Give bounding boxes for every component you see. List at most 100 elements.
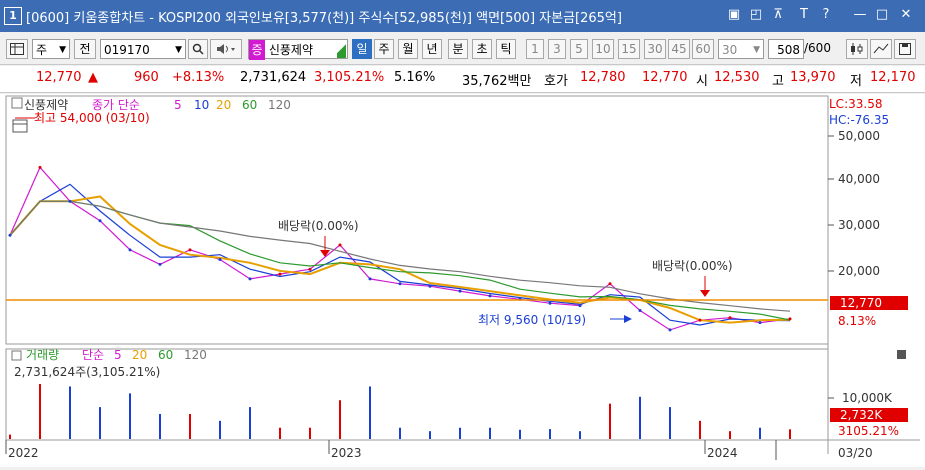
chevron-down-icon: ▼: [753, 45, 760, 55]
tab-minute[interactable]: 분: [448, 39, 468, 59]
tab-month[interactable]: 월: [398, 39, 418, 59]
y-tick-50000: 50,000: [838, 129, 880, 143]
panel-toggle-icon[interactable]: [11, 97, 23, 109]
minute-30-button[interactable]: 30: [644, 39, 666, 59]
x-last-date: 03/20: [838, 446, 873, 460]
window-link-icon[interactable]: ▣: [726, 7, 742, 23]
price-point: [398, 282, 402, 286]
price-ma-title: 종가 단순: [92, 98, 140, 112]
low-price: 12,170: [870, 70, 916, 85]
line-tool-button[interactable]: [870, 39, 892, 59]
chart-layout-icon[interactable]: [6, 39, 28, 59]
low-annotation: 최저 9,560 (10/19): [478, 313, 586, 327]
tab-year[interactable]: 년: [422, 39, 442, 59]
volume-value: 2,731,624: [240, 70, 307, 85]
minute-3-button[interactable]: 3: [548, 39, 566, 59]
help-icon[interactable]: ?: [818, 7, 834, 23]
stock-code-input[interactable]: 019170 ▼: [100, 39, 186, 59]
price-point: [608, 282, 612, 286]
price-point: [578, 304, 582, 308]
line-tool-icon: [873, 43, 889, 54]
price-point: [38, 165, 42, 169]
minimize-icon[interactable]: —: [852, 7, 868, 23]
dividend-annotation-1: 배당락(0.00%): [278, 219, 359, 233]
panel-menu-icon[interactable]: [897, 350, 906, 359]
calendar-icon[interactable]: [12, 119, 28, 133]
volume-bar: [489, 427, 491, 439]
ask-price: 12,780: [580, 70, 626, 85]
y-tick-40000: 40,000: [838, 172, 880, 186]
price-point: [758, 321, 762, 325]
y-tick-30000: 30,000: [838, 218, 880, 232]
vol-ma60-label: 60: [158, 348, 173, 362]
minute-60-button[interactable]: 60: [692, 39, 714, 59]
stock-badge: 증: [249, 40, 265, 60]
volume-bar: [189, 413, 191, 439]
stock-name-field[interactable]: 증 신풍제약: [248, 39, 348, 60]
interval-value: 30: [722, 43, 738, 57]
pin-icon[interactable]: ⊼: [770, 7, 786, 23]
stock-name-value: 신풍제약: [268, 43, 313, 57]
volume-y-tick: 10,000K: [842, 391, 893, 405]
price-point: [8, 233, 12, 237]
stock-code-value: 019170: [104, 43, 150, 57]
volume-bar: [519, 429, 521, 439]
minute-1-button[interactable]: 1: [526, 39, 544, 59]
trade-amount: 35,762백만: [462, 74, 532, 89]
volume-panel-toggle-icon[interactable]: [11, 350, 22, 361]
high-annotation: 최고 54,000 (03/10): [34, 111, 150, 125]
open-price: 12,530: [714, 70, 760, 85]
price-point: [638, 308, 642, 312]
volume-bar: [459, 427, 461, 439]
chart-area[interactable]: 신풍제약 종가 단순 5 10 20 60 120 LC:33.58 HC:-7…: [0, 94, 925, 467]
volume-bar: [339, 400, 341, 439]
volume-bar: [669, 407, 671, 439]
volume-title: 거래량: [26, 348, 59, 362]
price-point: [278, 272, 282, 276]
volume-bar: [309, 427, 311, 439]
ma20-label: 20: [216, 98, 231, 112]
price-point: [158, 262, 162, 266]
price-point: [68, 199, 72, 203]
search-button[interactable]: [188, 39, 208, 59]
volume-bar: [729, 431, 731, 439]
bid-price: 12,770: [642, 70, 688, 85]
tab-tick[interactable]: 틱: [496, 39, 516, 59]
save-button[interactable]: [894, 39, 916, 59]
volume-bar: [759, 427, 761, 439]
price-point: [668, 328, 672, 332]
minute-15-button[interactable]: 15: [618, 39, 640, 59]
tab-second[interactable]: 초: [472, 39, 492, 59]
interval-select[interactable]: 30 ▼: [718, 39, 764, 59]
price-panel[interactable]: [5, 95, 829, 345]
minute-45-button[interactable]: 45: [668, 39, 690, 59]
price-change: 960: [134, 70, 159, 85]
maximize-icon[interactable]: □: [874, 7, 890, 23]
window-copy-icon[interactable]: ◰: [748, 7, 764, 23]
chart-svg[interactable]: 신풍제약 종가 단순 5 10 20 60 120 LC:33.58 HC:-7…: [0, 94, 925, 467]
price-change-percent: +8.13%: [172, 70, 225, 85]
minute-5-button[interactable]: 5: [570, 39, 588, 59]
tab-week[interactable]: 주: [374, 39, 394, 59]
data-count-input[interactable]: 508: [768, 39, 804, 59]
tab-day[interactable]: 일: [352, 39, 372, 59]
volume-bar: [39, 384, 41, 439]
hc-label: HC:-76.35: [829, 113, 889, 127]
indicator-button[interactable]: [846, 39, 868, 59]
volume-bar: [369, 386, 371, 439]
all-period-button[interactable]: 전: [74, 39, 96, 59]
x-label-2024: 2024: [707, 446, 738, 460]
price-point: [128, 248, 132, 252]
search-icon: [192, 43, 204, 55]
sound-button[interactable]: [210, 39, 242, 59]
ma10-label: 10: [194, 98, 209, 112]
save-icon: [899, 43, 911, 55]
volume-bar: [69, 386, 71, 439]
volume-bar: [699, 420, 701, 439]
close-icon[interactable]: ✕: [898, 7, 914, 23]
font-icon[interactable]: T: [796, 7, 812, 23]
volume-bar: [9, 434, 11, 439]
minute-10-button[interactable]: 10: [592, 39, 614, 59]
market-type-select[interactable]: 주 ▼: [32, 39, 70, 59]
candle-icon: [851, 43, 863, 55]
